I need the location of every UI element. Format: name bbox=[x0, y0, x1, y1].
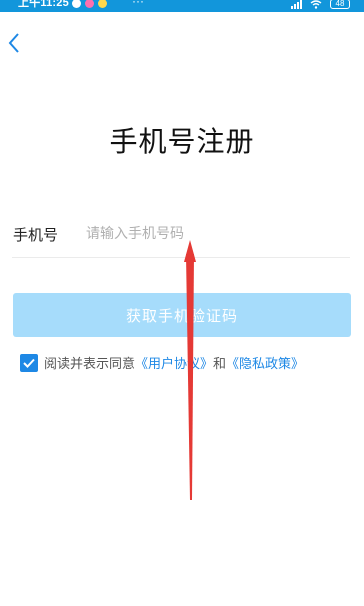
status-time: 上午11:25 bbox=[18, 0, 69, 9]
privacy-policy-link[interactable]: 《隐私政策》 bbox=[226, 353, 304, 372]
phone-input[interactable] bbox=[86, 220, 344, 248]
status-bar: 上午11:25 ··· 48 bbox=[0, 0, 364, 12]
wifi-icon bbox=[310, 0, 322, 9]
notification-icons bbox=[72, 0, 107, 8]
app-notification-icon bbox=[98, 0, 107, 8]
more-notifications-icon: ··· bbox=[132, 0, 144, 8]
phone-label: 手机号 bbox=[13, 226, 59, 244]
agreement-row: 阅读并表示同意 《用户协议》 和 《隐私政策》 bbox=[20, 353, 304, 372]
signal-icon bbox=[291, 0, 302, 9]
wechat-icon bbox=[72, 0, 81, 8]
checkmark-icon bbox=[23, 358, 35, 368]
get-code-button[interactable]: 获取手机验证码 bbox=[13, 293, 351, 337]
chevron-left-icon[interactable] bbox=[4, 30, 26, 56]
input-divider bbox=[12, 257, 350, 258]
agreement-checkbox[interactable] bbox=[20, 353, 38, 372]
user-agreement-link[interactable]: 《用户协议》 bbox=[135, 353, 213, 372]
agreement-text: 阅读并表示同意 bbox=[44, 357, 136, 372]
agreement-and: 和 bbox=[213, 357, 227, 372]
battery-icon: 48 bbox=[330, 0, 350, 9]
app-notification-icon bbox=[85, 0, 94, 8]
page-title: 手机号注册 bbox=[109, 125, 255, 158]
status-indicators: 48 bbox=[291, 0, 350, 9]
